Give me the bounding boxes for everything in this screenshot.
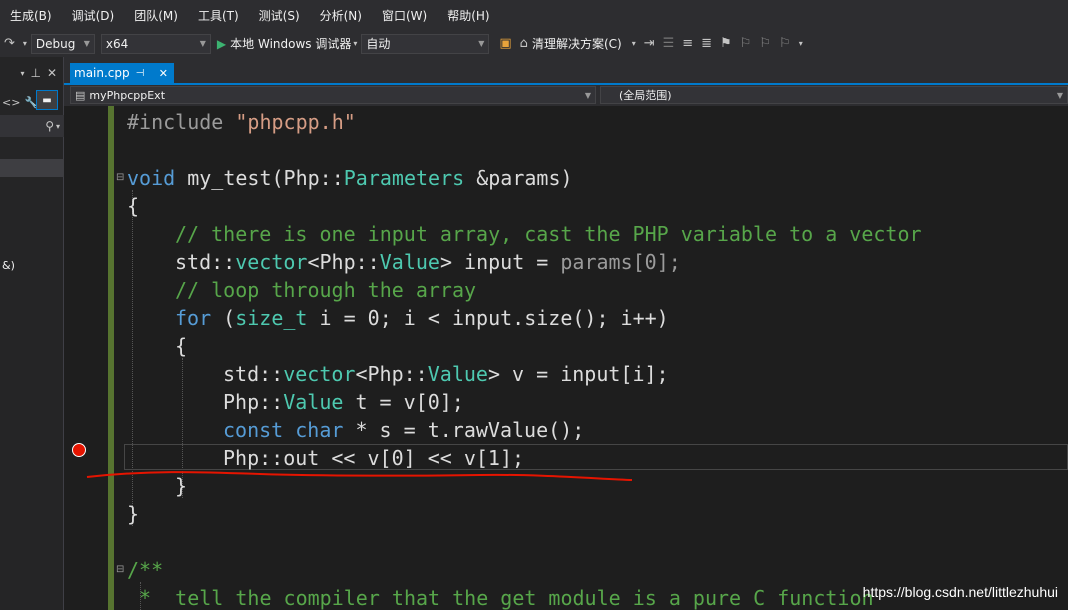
code-line-6: std::vector<Php::Value> input = params[0… <box>175 250 681 274</box>
play-icon[interactable]: ▶ <box>217 37 226 51</box>
config-value: Debug <box>35 36 76 51</box>
format-icon[interactable]: ☰ <box>663 36 675 51</box>
menu-window[interactable]: 窗口(W) <box>372 7 437 24</box>
chevron-down-icon: ▼ <box>478 39 485 48</box>
code-line-3: void my_test(Php::Parameters &params) <box>127 166 573 190</box>
navigation-bar: ▤ myPhpcppExt ▼ (全局范围) ▼ <box>64 85 1068 106</box>
redo-dropdown-icon[interactable]: ▾ <box>23 39 27 48</box>
code-editor[interactable]: #include "phpcpp.h" ⊟ void my_test(Php::… <box>114 106 1068 610</box>
code-line-4: { <box>127 194 140 218</box>
close-icon[interactable]: ✕ <box>47 66 57 80</box>
code-line-15: } <box>127 502 140 526</box>
scope-name: (全局范围) <box>619 89 672 102</box>
code-line-9: { <box>175 334 188 358</box>
tree-item-fragment[interactable]: &) <box>2 259 15 272</box>
menu-build[interactable]: 生成(B) <box>0 7 62 24</box>
comment-icon[interactable]: ≡ <box>682 36 693 51</box>
code-line-14: } <box>175 474 188 498</box>
toolbar-overflow-icon[interactable]: ▾ <box>632 39 636 48</box>
solution-explorer-panel: ▾ ⊥ ✕ <> 🔧 ▬ ⚲ ▾ &) <box>0 57 64 610</box>
clear-bookmarks-icon[interactable]: ⚐ <box>779 36 791 51</box>
collapse-all-icon[interactable]: ▬ <box>36 90 58 110</box>
attach-icon[interactable]: ▣ <box>499 36 511 51</box>
search-dropdown-icon: ▾ <box>55 121 60 131</box>
code-line-5: // there is one input array, cast the PH… <box>175 222 922 246</box>
code-line-18: * tell the compiler that the get module … <box>127 586 874 610</box>
clean-solution-icon[interactable]: ⌂ <box>520 36 528 51</box>
panel-search[interactable]: ⚲ ▾ <box>0 115 64 137</box>
search-icon: ⚲ <box>45 119 54 133</box>
panel-menu-icon[interactable]: ▾ <box>20 69 24 78</box>
platform-value: x64 <box>105 36 129 51</box>
chevron-down-icon: ▼ <box>199 39 206 48</box>
code-view-icon[interactable]: <> <box>2 96 20 109</box>
menu-tools[interactable]: 工具(T) <box>188 7 249 24</box>
run-dropdown-icon[interactable]: ▾ <box>353 39 357 48</box>
document-tab-bar: main.cpp ⊣ ✕ <box>64 57 1068 83</box>
editor-gutter[interactable] <box>64 106 108 610</box>
code-line-10: std::vector<Php::Value> v = input[i]; <box>223 362 669 386</box>
panel-header: ▾ ⊥ ✕ <box>0 57 63 89</box>
start-debugger-button[interactable]: 本地 Windows 调试器 <box>230 35 351 52</box>
platform-select[interactable]: x64 ▼ <box>100 33 211 54</box>
pin-icon[interactable]: ⊣ <box>136 68 145 79</box>
code-line-8: for (size_t i = 0; i < input.size(); i++… <box>175 306 669 330</box>
code-line-7: // loop through the array <box>175 278 477 302</box>
code-line-11: Php::Value t = v[0]; <box>223 390 464 414</box>
toolbar-overflow-icon[interactable]: ▾ <box>799 39 803 48</box>
uncomment-icon[interactable]: ≣ <box>701 36 712 51</box>
project-icon: ▤ <box>75 88 86 102</box>
chevron-down-icon: ▼ <box>83 39 90 48</box>
scope-dropdown[interactable]: (全局范围) ▼ <box>600 86 1068 104</box>
menu-team[interactable]: 团队(M) <box>124 7 188 24</box>
menu-debug[interactable]: 调试(D) <box>62 7 125 24</box>
code-line-13: Php::out << v[0] << v[1]; <box>223 446 525 470</box>
next-bookmark-icon[interactable]: ⚐ <box>759 36 771 51</box>
menu-bar: 生成(B) 调试(D) 团队(M) 工具(T) 测试(S) 分析(N) 窗口(W… <box>0 0 1068 30</box>
redo-icon[interactable]: ↷ <box>4 36 15 51</box>
close-icon[interactable]: ✕ <box>159 67 168 80</box>
tab-label: main.cpp <box>74 66 130 80</box>
prev-bookmark-icon[interactable]: ⚐ <box>740 36 752 51</box>
toolbar: ↷ ▾ Debug ▼ x64 ▼ ▶ 本地 Windows 调试器 ▾ 自动 … <box>0 30 1068 57</box>
breakpoint-icon[interactable] <box>72 443 86 457</box>
indent-guide <box>132 190 133 526</box>
config-select[interactable]: Debug ▼ <box>30 33 95 54</box>
chevron-down-icon: ▼ <box>584 90 591 100</box>
bookmark-icon[interactable]: ⚑ <box>720 36 732 51</box>
auto-value: 自动 <box>366 37 391 51</box>
project-dropdown[interactable]: ▤ myPhpcppExt ▼ <box>70 86 596 104</box>
watermark: https://blog.csdn.net/littlezhuhui <box>862 584 1058 600</box>
step-icon[interactable]: ⇥ <box>644 36 655 51</box>
menu-test[interactable]: 测试(S) <box>249 7 310 24</box>
chevron-down-icon: ▼ <box>1056 90 1063 100</box>
pin-icon[interactable]: ⊥ <box>30 66 40 80</box>
code-line-12: const char * s = t.rawValue(); <box>223 418 585 442</box>
solution-config-select[interactable]: 自动 ▼ <box>361 33 490 54</box>
collapse-icon[interactable]: ⊟ <box>116 564 124 575</box>
menu-analyze[interactable]: 分析(N) <box>310 7 372 24</box>
tab-main-cpp[interactable]: main.cpp ⊣ ✕ <box>70 63 174 83</box>
code-line-1: #include "phpcpp.h" <box>127 110 356 134</box>
project-name: myPhpcppExt <box>89 88 166 102</box>
menu-help[interactable]: 帮助(H) <box>437 7 499 24</box>
clean-solution-button[interactable]: 清理解决方案(C) <box>532 35 622 52</box>
collapse-icon[interactable]: ⊟ <box>116 172 124 183</box>
selected-tree-item[interactable] <box>0 159 64 177</box>
code-line-17: /** <box>127 558 164 582</box>
